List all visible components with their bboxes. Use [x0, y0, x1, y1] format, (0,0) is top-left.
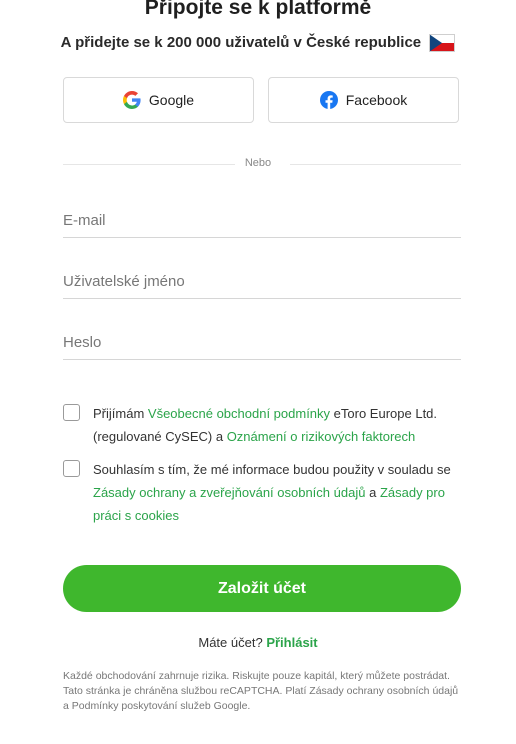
terms-consent-text: Přijímám Všeobecné obchodní podmínky eTo… [93, 402, 473, 448]
terms-consent-row: Přijímám Všeobecné obchodní podmínky eTo… [63, 402, 473, 448]
facebook-f-icon [319, 91, 338, 109]
page-title: Připojte se k platformě [144, 0, 372, 19]
privacy-consent-row: Souhlasím s tím, že mé informace budou p… [63, 458, 473, 527]
page-subtitle: A přidejte se k 200 000 uživatelů v Česk… [0, 34, 516, 53]
create-account-button[interactable]: Založit účet [63, 565, 461, 612]
privacy-prefix: Souhlasím s tím, že mé informace budou p… [93, 462, 451, 477]
privacy-consent-text: Souhlasím s tím, že mé informace budou p… [93, 458, 473, 527]
login-prompt: Máte účet? Přihlásit [0, 635, 516, 650]
privacy-policy-link[interactable]: Zásady ochrany a zveřejňování osobních ú… [93, 485, 365, 500]
terms-link[interactable]: Všeobecné obchodní podmínky [148, 406, 330, 421]
password-field[interactable] [63, 325, 461, 360]
czech-flag-icon [429, 34, 456, 53]
disclaimer-text: Každé obchodování zahrnuje rizika. Risku… [63, 670, 459, 712]
separator-line-right [290, 164, 461, 165]
terms-prefix: Přijímám [93, 406, 145, 421]
login-link[interactable]: Přihlásit [266, 635, 317, 650]
google-signup-button[interactable]: Google [63, 77, 254, 123]
subtitle-text: A přidejte se k 200 000 uživatelů v Česk… [60, 34, 422, 51]
google-label: Google [148, 92, 195, 108]
separator-label: Nebo [244, 157, 272, 169]
login-question: Máte účet? [198, 635, 263, 650]
terms-checkbox[interactable] [63, 404, 80, 421]
facebook-label: Facebook [345, 92, 408, 108]
facebook-signup-button[interactable]: Facebook [268, 77, 459, 123]
privacy-checkbox[interactable] [63, 460, 80, 477]
email-field[interactable] [63, 203, 461, 238]
risk-factors-link[interactable]: Oznámení o rizikových faktorech [227, 429, 416, 444]
privacy-middle: a [369, 485, 377, 500]
google-g-icon [122, 91, 141, 109]
username-field[interactable] [63, 264, 461, 299]
